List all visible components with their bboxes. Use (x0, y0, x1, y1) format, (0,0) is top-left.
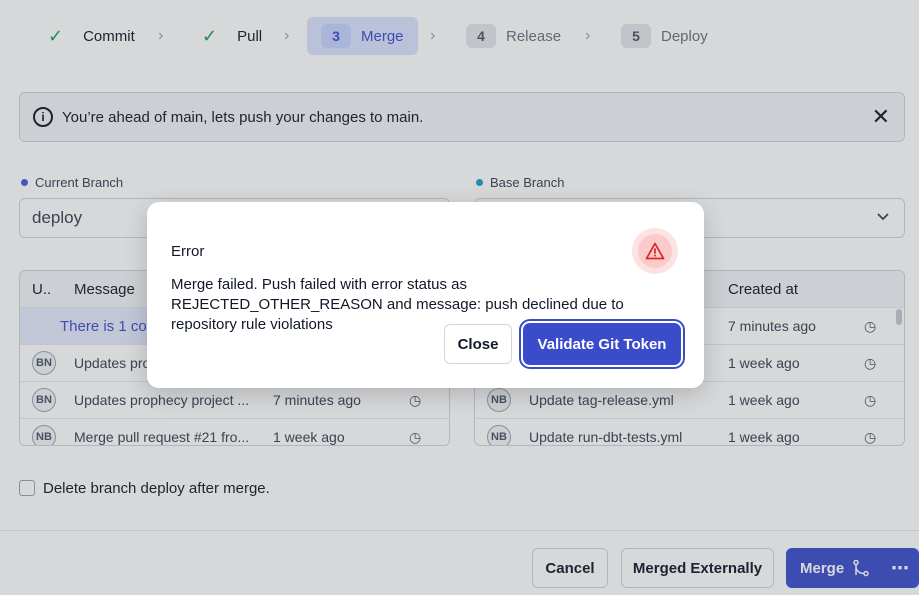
error-dialog: Error Merge failed. Push failed with err… (147, 202, 704, 388)
validate-git-token-button[interactable]: Validate Git Token (523, 323, 681, 365)
close-button[interactable]: Close (444, 324, 512, 364)
warning-icon (632, 228, 678, 274)
dialog-title: Error (171, 243, 205, 260)
